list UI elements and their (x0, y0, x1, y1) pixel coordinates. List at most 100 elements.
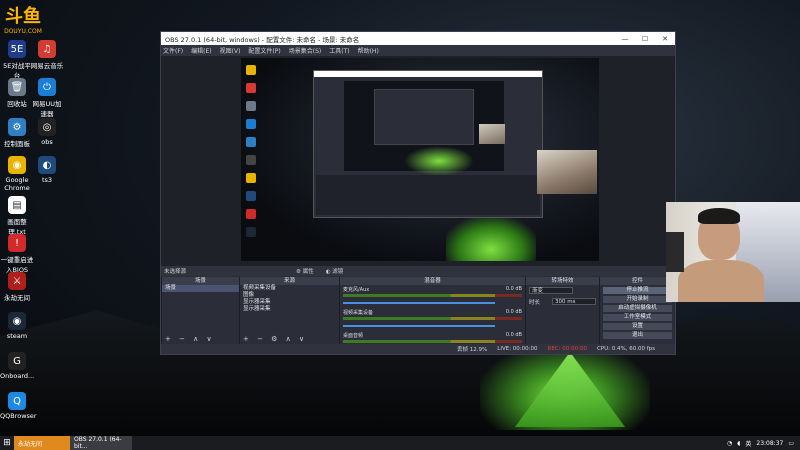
rec-timer: REC: 00:00:00 (547, 346, 587, 352)
app-icon: ⚙ (8, 118, 26, 136)
app-icon: ◎ (38, 118, 56, 136)
preview-webcam (537, 150, 597, 194)
scene-item[interactable]: 场景 (162, 285, 239, 292)
transition-select[interactable]: 渐变 (529, 287, 573, 294)
volume-slider[interactable] (343, 325, 496, 327)
desktop-icon[interactable]: ◐ ts3 (30, 156, 64, 184)
volume-meter (343, 294, 522, 297)
menu-profile[interactable]: 配置文件(P) (248, 46, 280, 55)
desktop-icon-label: ts3 (41, 176, 53, 184)
minimize-button[interactable]: — (615, 35, 635, 43)
desktop-icon-label: 永劫无间 (4, 294, 30, 302)
dropped-frames: 丢帧 12.9% (457, 347, 488, 353)
obs-statusbar: 丢帧 12.9% LIVE: 00:00:00 REC: 00:00:00 CP… (161, 344, 675, 354)
preview-tent-glow (446, 218, 536, 261)
desktop-icon[interactable]: ◉ Google Chrome (0, 156, 34, 192)
menu-file[interactable]: 文件(F) (163, 46, 183, 55)
mixer-channel: 视频采集设备 0.0 dB (340, 308, 525, 331)
sources-dock: 来源 视频采集设备 图像 显示器采集 显示器采集 + − ⚙ ∧ ∨ (239, 277, 339, 345)
filters-button[interactable]: ◐ 滤镜 (326, 267, 344, 275)
studio-mode-button[interactable]: 工作室模式 (603, 314, 672, 321)
settings-button[interactable]: 设置 (603, 323, 672, 330)
menu-view[interactable]: 视图(V) (220, 46, 241, 55)
app-icon: G (8, 352, 26, 370)
controls-dock: 控件 停止推流 开始录制 启动虚拟摄像机 工作室模式 设置 退出 (599, 277, 675, 345)
desktop-icon-label: obs (41, 138, 53, 146)
desktop-icon[interactable]: 🗑 回收站 (0, 78, 34, 108)
exit-button[interactable]: 退出 (603, 332, 672, 339)
volume-slider[interactable] (343, 302, 496, 304)
menu-edit[interactable]: 编辑(E) (191, 46, 211, 55)
desktop-icon[interactable]: ⚙ 控制面板 (0, 118, 34, 148)
taskbar-app-obs[interactable]: OBS 27.0.1 (64-bit... (70, 436, 132, 450)
clock[interactable]: 23:08:37 (756, 440, 783, 447)
nested-webcam (479, 124, 505, 144)
webcam-overlay (666, 202, 800, 302)
channel-name: 麦克风/Aux (343, 287, 370, 293)
desktop-icon[interactable]: G Onboard... (0, 352, 34, 380)
source-item[interactable]: 显示器采集 (240, 299, 339, 306)
desktop-icon[interactable]: ⚔ 永劫无间 (0, 272, 34, 302)
desktop-icon-label: 5E对战平台 (3, 62, 31, 80)
mixer-dock: 混音器 麦克风/Aux 0.0 dB 视频采集设备 0.0 dB 桌面音频 0.0 d… (339, 277, 525, 345)
desktop-icon[interactable]: ⏻ 网易UU加速器 (30, 78, 64, 118)
volume-meter (343, 317, 522, 320)
menu-help[interactable]: 帮助(H) (358, 46, 379, 55)
properties-button[interactable]: ⚙ 属性 (296, 267, 314, 275)
input-method[interactable]: 英 (745, 439, 751, 448)
app-icon: ⚔ (8, 272, 26, 290)
maximize-button[interactable]: ☐ (635, 35, 655, 43)
network-icon[interactable]: ◔ (727, 440, 732, 447)
desktop-icon[interactable]: ◎ obs (30, 118, 64, 146)
desktop-icon[interactable]: ◉ steam (0, 312, 34, 340)
menu-scene-collection[interactable]: 场景集合(S) (289, 46, 322, 55)
scenes-header: 场景 (162, 277, 239, 285)
notification-icon[interactable]: ▭ (788, 440, 794, 447)
channel-level: 0.0 dB (505, 309, 522, 315)
desktop-icon-label: 一键重启进入BIOS (0, 256, 34, 274)
desktop-icon[interactable]: ! 一键重启进入BIOS (0, 234, 34, 274)
volume-icon[interactable]: ◖ (737, 440, 740, 447)
sources-header: 来源 (240, 277, 339, 285)
source-item[interactable]: 显示器采集 (240, 306, 339, 313)
windows-icon[interactable]: ⊞ (0, 436, 14, 450)
app-icon: ⏻ (38, 78, 56, 96)
douyu-logo: 斗鱼 DOUYU.COM (2, 2, 44, 42)
app-icon: 5E (8, 40, 26, 58)
channel-level: 0.0 dB (505, 286, 522, 292)
close-button[interactable]: ✕ (655, 35, 675, 43)
sources-tools[interactable]: + − ⚙ ∧ ∨ (243, 335, 307, 343)
menu-tools[interactable]: 工具(T) (329, 46, 349, 55)
channel-name: 视频采集设备 (343, 310, 374, 316)
desktop-icon-label: 回收站 (7, 100, 27, 108)
controls-header: 控件 (600, 277, 675, 285)
mixer-channel: 桌面音频 0.0 dB (340, 331, 525, 345)
app-icon: Q (8, 392, 26, 410)
start-recording-button[interactable]: 开始录制 (603, 296, 672, 303)
source-item[interactable]: 图像 (240, 292, 339, 299)
source-toolbar: 未选择源 ⚙ 属性 ◐ 滤镜 (161, 266, 675, 276)
scenes-tools[interactable]: + − ∧ ∨ (165, 335, 215, 343)
desktop-icon[interactable]: ♫ 网易云音乐 (30, 40, 64, 70)
virtual-camera-button[interactable]: 启动虚拟摄像机 (603, 305, 672, 312)
app-icon: ◉ (8, 312, 26, 330)
channel-name: 桌面音频 (343, 333, 364, 339)
transitions-dock: 转场特效 渐变 时长 300 ms (525, 277, 599, 345)
webcam-person-body (678, 260, 764, 302)
volume-meter (343, 340, 522, 343)
stop-streaming-button[interactable]: 停止推流 (603, 287, 672, 294)
obs-window: OBS 27.0.1 (64-bit, windows) - 配置文件: 未命名… (160, 31, 676, 355)
desktop-icon-label: 网易UU加速器 (32, 100, 62, 118)
stream-preview[interactable] (241, 58, 599, 261)
app-icon: ♫ (38, 40, 56, 58)
desktop-icon[interactable]: ▤ 画面整理.txt (0, 196, 34, 236)
live-timer: LIVE: 00:00:00 (497, 346, 538, 352)
taskbar-app-naraka[interactable]: 永劫无间 (14, 436, 70, 450)
desktop-icon[interactable]: Q QQBrowser (0, 392, 37, 420)
logo-mark: 斗鱼 (5, 6, 41, 27)
desktop-icon-label: steam (6, 332, 28, 340)
desktop-icon[interactable]: 5E 5E对战平台 (0, 40, 34, 80)
source-item[interactable]: 视频采集设备 (240, 285, 339, 292)
obs-titlebar[interactable]: OBS 27.0.1 (64-bit, windows) - 配置文件: 未命名… (161, 32, 675, 45)
duration-input[interactable]: 300 ms (552, 298, 596, 305)
